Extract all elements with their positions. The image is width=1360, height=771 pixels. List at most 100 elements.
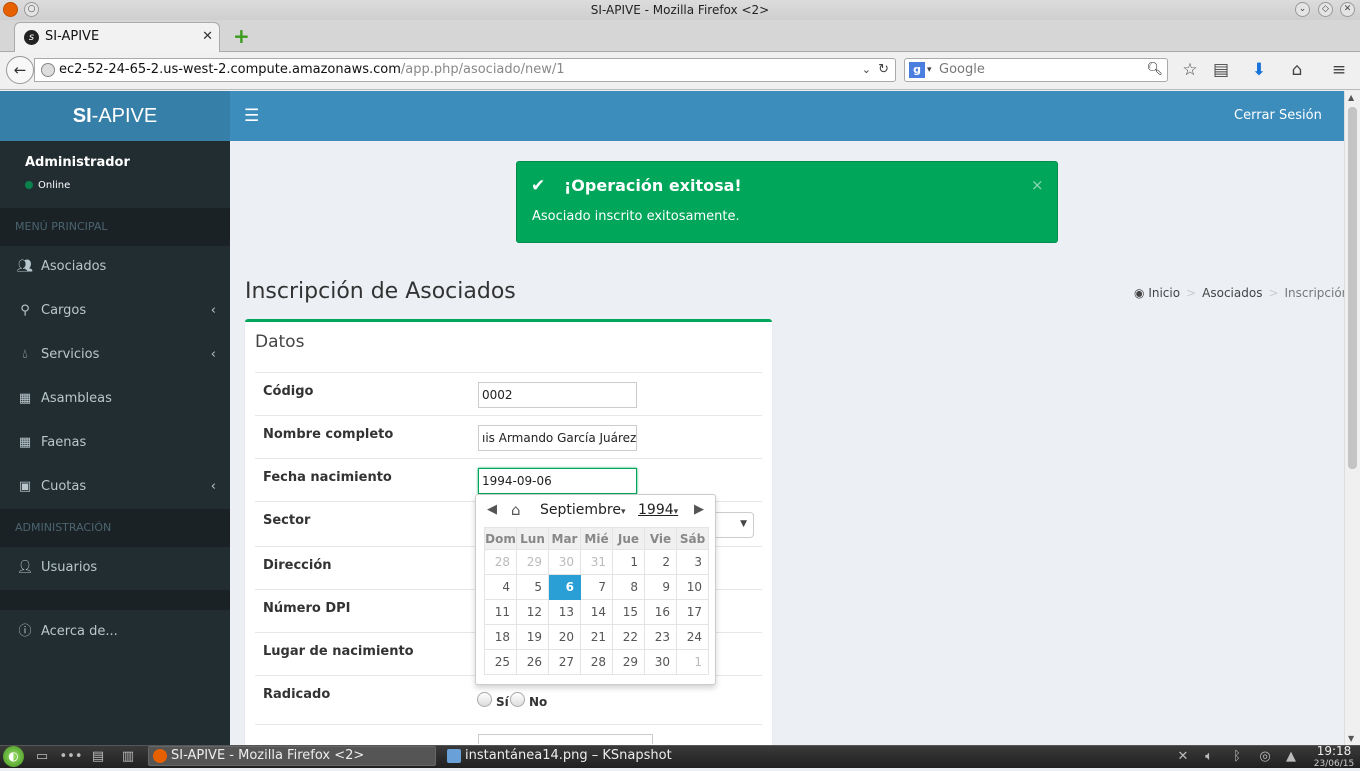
calendar-day[interactable]: 6 bbox=[548, 574, 581, 600]
calendar-day[interactable]: 13 bbox=[548, 599, 581, 625]
radicado-si-radio[interactable] bbox=[477, 692, 492, 707]
calendar-week-row: 25 26 27 28 29 30 1 bbox=[484, 649, 709, 675]
calendar-day[interactable]: 10 bbox=[676, 574, 709, 600]
calendar-day[interactable]: 7 bbox=[580, 574, 613, 600]
reading-list-icon[interactable]: ▤ bbox=[1209, 58, 1233, 82]
calendar-day[interactable]: 11 bbox=[484, 599, 517, 625]
sidebar-item-servicios[interactable]: 💧︎ Servicios ‹ bbox=[0, 333, 230, 377]
calendar-day[interactable]: 21 bbox=[580, 624, 613, 650]
datepicker-month-select[interactable]: Septiembre▾ bbox=[540, 502, 626, 518]
calendar-day[interactable]: 22 bbox=[612, 624, 645, 650]
sidebar-item-usuarios[interactable]: 👤︎ Usuarios bbox=[0, 546, 230, 590]
hamburger-menu-icon[interactable]: ≡ bbox=[1327, 58, 1351, 82]
binoculars-icon[interactable]: 🔍︎ bbox=[1146, 59, 1163, 81]
calendar-day[interactable]: 25 bbox=[484, 649, 517, 675]
more-icon[interactable]: ••• bbox=[58, 746, 84, 767]
calendar-day[interactable]: 1 bbox=[612, 549, 645, 575]
sidebar-item-cuotas[interactable]: ▣ Cuotas ‹ bbox=[0, 465, 230, 509]
calendar-day[interactable]: 29 bbox=[612, 649, 645, 675]
sidebar-item-asambleas[interactable]: ▦ Asambleas bbox=[0, 377, 230, 421]
alert-close-icon[interactable]: × bbox=[1031, 176, 1044, 194]
breadcrumb-asociados[interactable]: Asociados bbox=[1202, 286, 1262, 300]
datepicker-prev-icon[interactable]: ◀ bbox=[487, 502, 497, 517]
desktop-icon[interactable]: ▭ bbox=[32, 746, 52, 767]
task-ksnapshot[interactable]: instantánea14.png – KSnapshot bbox=[442, 746, 676, 766]
calendar-day[interactable]: 20 bbox=[548, 624, 581, 650]
calendar-day[interactable]: 16 bbox=[644, 599, 677, 625]
calendar-day[interactable]: 4 bbox=[484, 574, 517, 600]
logout-link[interactable]: Cerrar Sesión bbox=[1222, 91, 1334, 141]
codigo-input[interactable]: 0002 bbox=[478, 382, 637, 408]
scroll-up-icon[interactable]: ▲ bbox=[1348, 93, 1354, 102]
window-menu-icon[interactable]: ○ bbox=[24, 2, 39, 17]
sidebar-item-acerca[interactable]: ⓘ Acerca de... bbox=[0, 610, 230, 654]
tray-expand-icon[interactable]: ▲ bbox=[1284, 746, 1298, 767]
clock[interactable]: 19:18 23/06/15 bbox=[1310, 745, 1358, 771]
search-engine-dropdown-icon[interactable]: ▾ bbox=[927, 59, 932, 81]
reload-icon[interactable]: ↻ bbox=[878, 59, 889, 81]
minimize-icon[interactable]: ⌄ bbox=[1295, 2, 1310, 17]
calendar-day[interactable]: 14 bbox=[580, 599, 613, 625]
calendar-day[interactable]: 19 bbox=[516, 624, 549, 650]
volume-icon[interactable]: 🔈︎ bbox=[1200, 746, 1218, 767]
sidebar-item-faenas[interactable]: ▦ Faenas bbox=[0, 421, 230, 465]
calendar-day[interactable]: 26 bbox=[516, 649, 549, 675]
calendar-day[interactable]: 8 bbox=[612, 574, 645, 600]
google-icon[interactable]: g bbox=[909, 62, 925, 78]
maximize-icon[interactable]: ◇ bbox=[1318, 2, 1333, 17]
calendar-day[interactable]: 12 bbox=[516, 599, 549, 625]
calendar-day[interactable]: 23 bbox=[644, 624, 677, 650]
page-scrollbar[interactable]: ▲ ▼ bbox=[1344, 91, 1360, 745]
calendar-day[interactable]: 2 bbox=[644, 549, 677, 575]
datepicker-year-select[interactable]: 1994▾ bbox=[638, 502, 678, 518]
firefox-icon[interactable] bbox=[3, 2, 18, 17]
nombre-input[interactable]: ıis Armando García Juárez bbox=[478, 425, 637, 451]
task-firefox[interactable]: SI-APIVE - Mozilla Firefox <2> bbox=[148, 746, 436, 766]
row-divider bbox=[255, 458, 762, 459]
sidebar-toggle-icon[interactable]: ☰ bbox=[244, 106, 259, 126]
close-window-icon[interactable]: ✕ bbox=[1340, 2, 1355, 17]
calendar-day[interactable]: 1 bbox=[676, 649, 709, 675]
calendar-day[interactable]: 9 bbox=[644, 574, 677, 600]
app-logo[interactable]: SI-APIVE bbox=[0, 91, 230, 141]
calendar-day[interactable]: 5 bbox=[516, 574, 549, 600]
url-bar[interactable]: ec2-52-24-65-2.us-west-2.compute.amazona… bbox=[34, 58, 896, 82]
datepicker-home-icon[interactable]: ⌂ bbox=[511, 501, 521, 519]
bookmark-star-icon[interactable]: ☆ bbox=[1178, 58, 1202, 82]
browser-tab[interactable]: s SI-APIVE ✕ bbox=[14, 22, 220, 52]
calendar-day[interactable]: 30 bbox=[644, 649, 677, 675]
calendar-day[interactable]: 18 bbox=[484, 624, 517, 650]
calendar-day[interactable]: 17 bbox=[676, 599, 709, 625]
url-dropdown-icon[interactable]: ⌄ bbox=[862, 59, 871, 81]
scroll-thumb[interactable] bbox=[1348, 107, 1357, 469]
download-icon[interactable]: ⬇ bbox=[1247, 58, 1271, 82]
calendar-day[interactable]: 28 bbox=[580, 649, 613, 675]
calendar-day[interactable]: 27 bbox=[548, 649, 581, 675]
pager-icon[interactable]: ▤ bbox=[88, 746, 108, 767]
search-bar[interactable]: g ▾ Google 🔍︎ bbox=[904, 58, 1168, 82]
wifi-icon[interactable]: ◎ bbox=[1256, 746, 1274, 767]
close-tab-icon[interactable]: ✕ bbox=[202, 23, 213, 51]
calendar-day[interactable]: 24 bbox=[676, 624, 709, 650]
radicado-no-radio[interactable] bbox=[510, 692, 525, 707]
calendar-day[interactable]: 31 bbox=[580, 549, 613, 575]
bluetooth-icon[interactable]: ᛒ bbox=[1228, 746, 1246, 767]
kde-start-icon[interactable]: ◐ bbox=[3, 746, 24, 767]
breadcrumb-inicio[interactable]: Inicio bbox=[1148, 286, 1180, 300]
calendar-day[interactable]: 3 bbox=[676, 549, 709, 575]
partial-input[interactable] bbox=[478, 734, 653, 744]
back-arrow-icon[interactable]: ← bbox=[6, 56, 34, 84]
sidebar-item-cargos[interactable]: ⚲ Cargos ‹ bbox=[0, 289, 230, 333]
sidebar-item-asociados[interactable]: 👥︎ Asociados bbox=[0, 245, 230, 289]
calendar-day[interactable]: 30 bbox=[548, 549, 581, 575]
datepicker-next-icon[interactable]: ▶ bbox=[694, 502, 704, 517]
fecha-nacimiento-input[interactable]: 1994-09-06 bbox=[478, 468, 637, 494]
home-icon[interactable]: ⌂ bbox=[1285, 58, 1309, 82]
calendar-day[interactable]: 28 bbox=[484, 549, 517, 575]
network-tool-icon[interactable]: ✕ bbox=[1174, 746, 1192, 767]
calendar-day[interactable]: 15 bbox=[612, 599, 645, 625]
notes-icon[interactable]: ▥ bbox=[118, 746, 138, 767]
scroll-down-icon[interactable]: ▼ bbox=[1348, 734, 1354, 743]
new-tab-icon[interactable]: + bbox=[233, 26, 250, 46]
calendar-day[interactable]: 29 bbox=[516, 549, 549, 575]
